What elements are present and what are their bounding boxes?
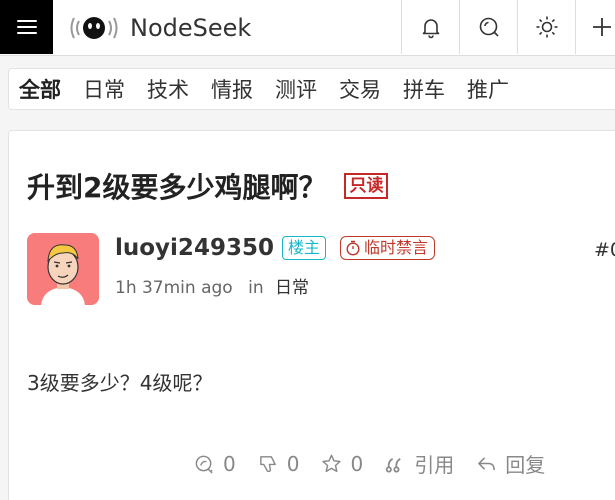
plus-icon: [593, 18, 611, 36]
chicken-leg-icon: [195, 455, 213, 474]
theme-toggle-button[interactable]: [517, 0, 575, 54]
menu-button[interactable]: [0, 0, 53, 54]
logo-text: NodeSeek: [130, 14, 252, 42]
category-bar: 全部 日常 技术 情报 测评 交易 拼车 推广: [8, 68, 615, 110]
new-post-button[interactable]: [575, 0, 615, 54]
reply-icon: [478, 457, 496, 471]
menu-icon: [16, 20, 37, 34]
category-trade[interactable]: 交易: [339, 74, 381, 104]
post-actions: 0 0 0 引用 回复: [194, 449, 567, 478]
search-icon: [479, 17, 499, 37]
category-carpool[interactable]: 拼车: [403, 74, 445, 104]
floor-number[interactable]: #0: [594, 239, 615, 261]
dislike-button[interactable]: 0: [258, 451, 300, 476]
author-row: luoyi249350 楼主 临时禁言: [115, 235, 435, 261]
sun-icon: [536, 16, 557, 38]
avatar[interactable]: [27, 233, 99, 305]
post-time: 1h 37min ago: [115, 278, 233, 298]
readonly-badge: 只读: [344, 173, 389, 199]
logo-icon: [70, 17, 118, 39]
author-name[interactable]: luoyi249350: [115, 235, 274, 261]
star-count: 0: [350, 451, 364, 476]
category-tech[interactable]: 技术: [147, 74, 189, 104]
post-card: 升到2级要多少鸡腿啊？ 只读 luoyi249350 楼主 临时禁言 #0 1h: [8, 130, 615, 500]
search-button[interactable]: [459, 0, 517, 54]
reply-button[interactable]: 回复: [476, 449, 545, 478]
star-icon: [322, 454, 342, 473]
quote-icon: [386, 457, 401, 473]
avatar-illustration: [27, 233, 99, 305]
category-review[interactable]: 测评: [275, 74, 317, 104]
post-title-row: 升到2级要多少鸡腿啊？ 只读: [27, 166, 389, 206]
chicken-button[interactable]: 0: [194, 452, 236, 476]
quote-button[interactable]: 引用: [385, 449, 454, 478]
category-all[interactable]: 全部: [19, 74, 61, 104]
chicken-count: 0: [223, 451, 236, 476]
reply-label: 回复: [505, 453, 546, 477]
category-info[interactable]: 情报: [211, 74, 253, 104]
post-category-link[interactable]: 日常: [275, 278, 309, 298]
post-content: 3级要多少？4级呢？: [27, 371, 213, 395]
op-badge: 楼主: [281, 236, 326, 260]
post-meta: 1h 37min ago in 日常: [115, 273, 309, 298]
bell-icon: [422, 19, 439, 39]
star-button[interactable]: 0: [321, 452, 363, 476]
in-label: in: [248, 278, 264, 298]
category-nav: 全部 日常 技术 情报 测评 交易 拼车 推广: [0, 56, 615, 118]
thumbs-down-icon: [259, 456, 276, 473]
temp-ban-label: 临时禁言: [363, 238, 428, 257]
quote-label: 引用: [414, 453, 455, 477]
notification-button[interactable]: [401, 0, 459, 54]
dislike-count: 0: [286, 451, 300, 476]
category-promo[interactable]: 推广: [467, 74, 509, 104]
temp-ban-badge: 临时禁言: [339, 236, 435, 260]
site-logo[interactable]: NodeSeek: [68, 12, 251, 44]
top-header: NodeSeek: [0, 0, 615, 56]
post-title: 升到2级要多少鸡腿啊？: [27, 171, 327, 204]
category-daily[interactable]: 日常: [83, 74, 125, 104]
timer-icon: [346, 240, 360, 256]
